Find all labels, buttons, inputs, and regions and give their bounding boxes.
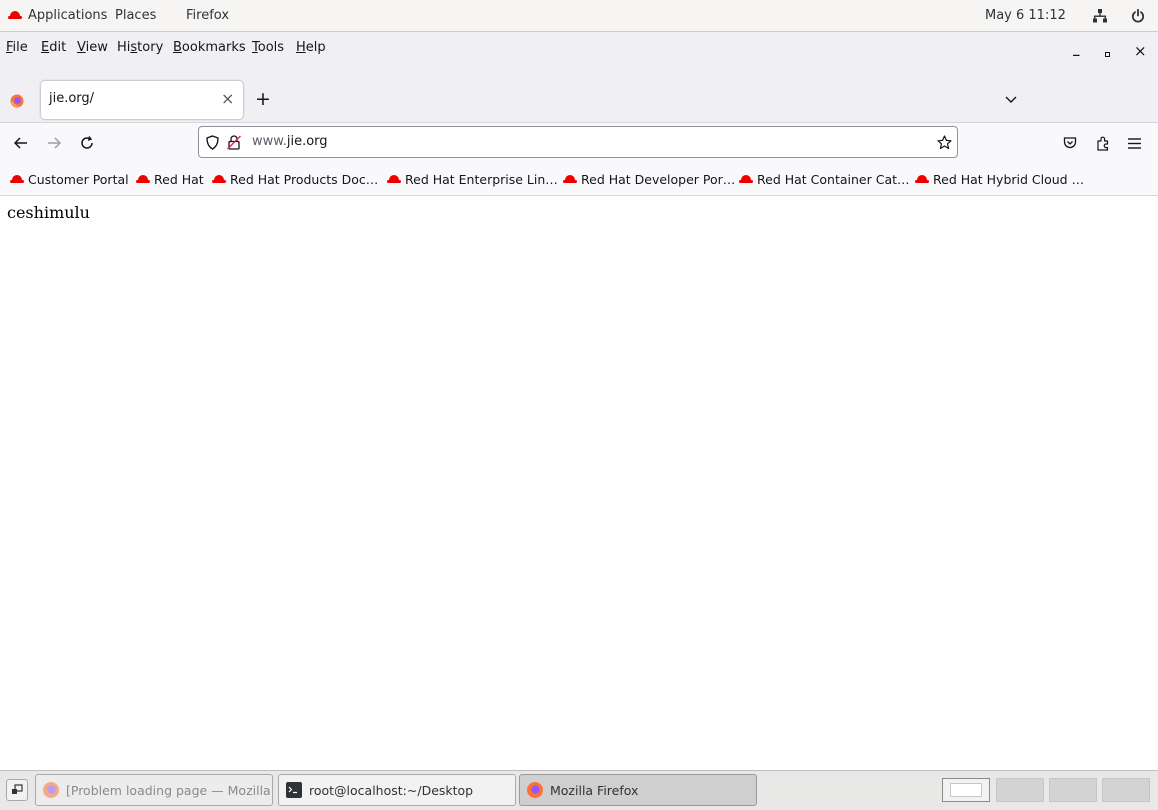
app-menu-hamburger-icon[interactable] xyxy=(1125,134,1143,152)
close-window-button[interactable]: × xyxy=(1134,42,1147,60)
show-desktop-icon[interactable] xyxy=(6,779,28,801)
workspace-2[interactable] xyxy=(996,778,1044,802)
taskbar-item-active[interactable]: Mozilla Firefox xyxy=(519,774,757,806)
menu-history[interactable]: History xyxy=(117,40,163,55)
tab-active[interactable]: jie.org/ × xyxy=(41,81,243,119)
menu-view-label: iew xyxy=(85,40,108,55)
redhat-favicon-icon xyxy=(739,175,753,184)
redhat-favicon-icon xyxy=(387,175,401,184)
minimize-button[interactable]: _ xyxy=(1073,42,1080,57)
firefox-view-icon[interactable] xyxy=(9,93,25,109)
tracking-protection-shield-icon[interactable] xyxy=(204,134,220,150)
url-text[interactable]: www.jie.org xyxy=(252,134,328,149)
menu-edit[interactable]: Edit xyxy=(41,40,66,55)
menu-history-label-b: tory xyxy=(137,40,164,55)
bookmark-item[interactable]: Red Hat Products Doc… xyxy=(212,172,378,187)
bookmark-label: Red Hat Container Cat… xyxy=(757,172,910,187)
new-tab-button[interactable]: + xyxy=(255,88,271,110)
bookmark-item[interactable]: Customer Portal xyxy=(10,172,129,187)
clock[interactable]: May 6 11:12 xyxy=(985,0,1066,32)
taskbar-item-label: root@localhost:~/Desktop xyxy=(309,782,474,798)
menu-help[interactable]: Help xyxy=(296,40,326,55)
taskbar-item[interactable]: [Problem loading page — Mozilla … xyxy=(35,774,273,806)
insecure-lock-icon[interactable] xyxy=(226,134,242,150)
network-icon[interactable] xyxy=(1090,0,1110,32)
bookmark-label: Customer Portal xyxy=(28,172,129,187)
extensions-puzzle-icon[interactable] xyxy=(1094,134,1112,152)
menu-tools-label: ools xyxy=(257,40,285,55)
bookmark-item[interactable]: Red Hat xyxy=(136,172,204,187)
pocket-icon[interactable] xyxy=(1061,134,1079,152)
workspace-3[interactable] xyxy=(1049,778,1097,802)
url-prefix: www. xyxy=(252,134,287,149)
bookmark-label: Red Hat Products Doc… xyxy=(230,172,379,187)
menu-file-label: ile xyxy=(12,40,28,55)
tab-title: jie.org/ xyxy=(49,91,95,106)
redhat-favicon-icon xyxy=(136,175,150,184)
redhat-favicon-icon xyxy=(10,175,24,184)
bookmark-label: Red Hat Developer Por… xyxy=(581,172,736,187)
bookmark-item[interactable]: Red Hat Developer Por… xyxy=(563,172,735,187)
menu-history-label-a: Hi xyxy=(117,40,131,55)
back-arrow-icon[interactable] xyxy=(12,134,30,152)
menu-tools[interactable]: Tools xyxy=(252,40,284,55)
firefox-icon xyxy=(526,781,544,799)
system-top-bar: Applications Places Firefox May 6 11:12 xyxy=(0,0,1158,32)
taskbar-item[interactable]: root@localhost:~/Desktop xyxy=(278,774,516,806)
bookmark-item[interactable]: Red Hat Container Cat… xyxy=(739,172,910,187)
list-all-tabs-chevron-down-icon[interactable] xyxy=(1003,92,1019,108)
applications-label: Applications xyxy=(28,8,108,23)
menu-bar: File Edit View History Bookmarks Tools H… xyxy=(0,32,1158,70)
menu-view[interactable]: View xyxy=(77,40,108,55)
page-body-text: ceshimulu xyxy=(7,203,90,222)
bookmark-star-icon[interactable] xyxy=(935,133,953,151)
forward-arrow-icon[interactable] xyxy=(45,134,63,152)
workspace-4[interactable] xyxy=(1102,778,1150,802)
firefox-app-menu[interactable]: Firefox xyxy=(186,0,229,32)
terminal-icon xyxy=(286,782,302,798)
places-menu[interactable]: Places xyxy=(115,0,156,32)
menu-edit-label: dit xyxy=(49,40,67,55)
bookmark-label: Red Hat xyxy=(154,172,204,187)
reload-icon[interactable] xyxy=(78,134,96,152)
bookmark-label: Red Hat Hybrid Cloud … xyxy=(933,172,1085,187)
applications-menu[interactable]: Applications xyxy=(8,0,107,32)
menu-help-label: elp xyxy=(305,40,326,55)
page-content xyxy=(0,196,1158,770)
taskbar-item-label: [Problem loading page — Mozilla … xyxy=(66,782,273,798)
workspace-window-thumbnail xyxy=(950,783,982,797)
bookmark-label: Red Hat Enterprise Lin… xyxy=(405,172,558,187)
bookmarks-toolbar: Customer Portal Red Hat Red Hat Products… xyxy=(0,164,1158,196)
bookmark-item[interactable]: Red Hat Hybrid Cloud … xyxy=(915,172,1084,187)
menu-file[interactable]: File xyxy=(6,40,28,55)
redhat-favicon-icon xyxy=(563,175,577,184)
redhat-logo-icon xyxy=(8,11,22,20)
bookmark-item[interactable]: Red Hat Enterprise Lin… xyxy=(387,172,558,187)
redhat-favicon-icon xyxy=(915,175,929,184)
power-icon[interactable] xyxy=(1128,0,1148,32)
maximize-button[interactable] xyxy=(1105,52,1110,57)
url-bar[interactable]: www.jie.org xyxy=(198,126,958,158)
url-domain: jie.org xyxy=(286,134,328,149)
menu-bookmarks[interactable]: Bookmarks xyxy=(173,40,246,55)
taskbar-item-label: Mozilla Firefox xyxy=(550,782,639,798)
redhat-favicon-icon xyxy=(212,175,226,184)
menu-bookmarks-label: ookmarks xyxy=(181,40,246,55)
firefox-icon xyxy=(42,781,60,799)
tab-close-button[interactable]: × xyxy=(221,89,234,108)
